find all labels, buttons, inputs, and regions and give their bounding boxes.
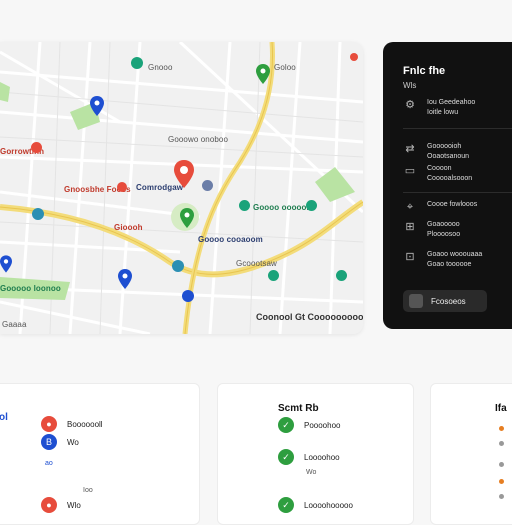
panel-item-line: Ploooosoo [427, 231, 461, 238]
card-title: Scmt Rb [278, 403, 319, 414]
poi-marker-icon[interactable] [172, 260, 184, 272]
side-panel: Fnlc fhe Wls ⚙ Iou Geedeahoo Ioitle lowu … [383, 42, 512, 329]
poi-marker-icon[interactable] [131, 57, 143, 69]
card-title: Ifa [495, 403, 507, 414]
info-card: Scmt Rb ✓ Poooohoo ✓ Loooohoo Wo ✓ Loooo… [217, 383, 414, 525]
pin-icon: ⌖ [406, 201, 414, 213]
gear-icon: ⚙ [405, 99, 415, 111]
map-view[interactable]: Gorrowtinn Comrodgaw Gooowo onoboo Gnoos… [0, 42, 363, 334]
check-icon: ✓ [278, 497, 294, 513]
panel-item[interactable]: ⌖ Coooe fowlooos [403, 200, 477, 214]
map-pin-icon[interactable] [180, 208, 194, 228]
map-label: Gooowo onoboo [168, 135, 229, 144]
list-item-label: Loooohooooo [304, 500, 353, 510]
list-item-label: Wo [67, 437, 79, 447]
panel-action-button[interactable]: Fcosoeos [403, 290, 487, 312]
map-label: Gcoootsaw [236, 259, 277, 268]
poi-marker-icon[interactable] [32, 208, 44, 220]
info-card: ol ● Booooooll B Wo ao Ioo ● Wlo [0, 383, 200, 525]
poi-marker-icon[interactable] [336, 270, 347, 281]
selected-location-pin-icon[interactable] [174, 160, 194, 188]
panel-item-line: Iou Geedeahoo [427, 99, 476, 106]
panel-item-line: Goao toooooe [427, 261, 472, 268]
check-icon: ✓ [278, 449, 294, 465]
divider [403, 128, 512, 129]
list-item-label: Booooooll [67, 419, 103, 429]
panel-subtitle: Wls [403, 81, 417, 90]
map-pin-icon[interactable] [118, 269, 132, 289]
category-icon: B [41, 434, 57, 450]
indicator-dot-icon [499, 426, 504, 431]
map-pin-icon[interactable] [90, 96, 104, 116]
panel-item-line: Coooon [427, 165, 452, 172]
panel-item[interactable]: ▭ Coooon Cooooalsooon [403, 164, 472, 184]
map-label: Goooo ooooon [253, 203, 312, 212]
list-item-label: Ioo [83, 487, 93, 494]
panel-item[interactable]: ⇄ Goooooioh Ooaotsanoun [403, 142, 469, 162]
map-label: Gaaaa [2, 320, 27, 329]
panel-title: Fnlc fhe [403, 65, 446, 77]
panel-item-line: Cooooalsooon [427, 175, 473, 182]
poi-marker-icon[interactable] [239, 200, 250, 211]
poi-marker-icon[interactable] [306, 200, 317, 211]
panel-item-line: Ooaotsanoun [427, 153, 470, 160]
layers-icon: ▭ [404, 165, 416, 177]
poi-marker-icon[interactable] [202, 180, 213, 191]
map-pin-icon[interactable] [256, 64, 270, 84]
card-side-label: ol [0, 412, 8, 423]
list-item[interactable]: ✓ Loooohooooo [278, 497, 353, 513]
panel-item[interactable]: ⊡ Goaoo wooouaaa Goao toooooe [403, 250, 482, 270]
indicator-dot-icon [499, 479, 504, 484]
panel-item-line: Ioitle lowu [427, 109, 459, 116]
map-label: Gooooo loonoo [0, 284, 61, 293]
indicator-dot-icon [499, 462, 504, 467]
panel-item-line: Goooooioh [427, 143, 462, 150]
action-icon [409, 294, 423, 308]
panel-item[interactable]: ⊞ Goaooooo Ploooosoo [403, 220, 460, 240]
panel-item-line: Coooe fowlooos [427, 201, 478, 208]
poi-marker-icon[interactable] [268, 270, 279, 281]
panel-item-line: Goaoo wooouaaa [427, 251, 483, 258]
status-dot-icon: ● [41, 497, 57, 513]
list-item[interactable]: ✓ Poooohoo [278, 417, 340, 433]
list-item[interactable]: ● Booooooll [41, 416, 103, 432]
list-item-label: Poooohoo [304, 420, 341, 430]
list-item-label: Loooohoo [304, 452, 340, 462]
list-item-label: Wo [306, 469, 317, 476]
poi-marker-icon[interactable] [350, 53, 358, 61]
status-dot-icon: ● [41, 416, 57, 432]
poi-marker-icon[interactable] [182, 290, 194, 302]
grid-icon: ⊞ [405, 221, 415, 233]
indicator-dot-icon [499, 441, 504, 446]
panel-item-line: Goaooooo [427, 221, 460, 228]
poi-marker-icon[interactable] [31, 142, 42, 153]
map-label: Goooo cooaoom [198, 235, 263, 244]
list-item[interactable]: ✓ Loooohoo [278, 449, 340, 465]
share-icon: ⇄ [405, 143, 415, 155]
map-label: Gioooh [114, 223, 143, 232]
panel-item[interactable]: ⚙ Iou Geedeahoo Ioitle lowu [403, 98, 475, 118]
map-label: Gnooo [148, 63, 173, 72]
map-pin-icon[interactable] [0, 255, 12, 273]
list-item-label: ao [45, 460, 53, 467]
indicator-dot-icon [499, 494, 504, 499]
list-item[interactable]: B Wo [41, 434, 79, 450]
check-icon: ✓ [278, 417, 294, 433]
list-item[interactable]: ● Wlo [41, 497, 81, 513]
route-icon: ⊡ [405, 251, 415, 263]
map-attribution: Coonool Gt Cooooooooo [256, 312, 363, 322]
list-item-label: Wlo [67, 500, 81, 510]
info-card: Ifa [430, 383, 512, 525]
poi-marker-icon[interactable] [117, 182, 127, 192]
divider [403, 192, 512, 193]
map-label: Goloo [274, 63, 296, 72]
panel-action-label: Fcosoeos [431, 296, 466, 306]
